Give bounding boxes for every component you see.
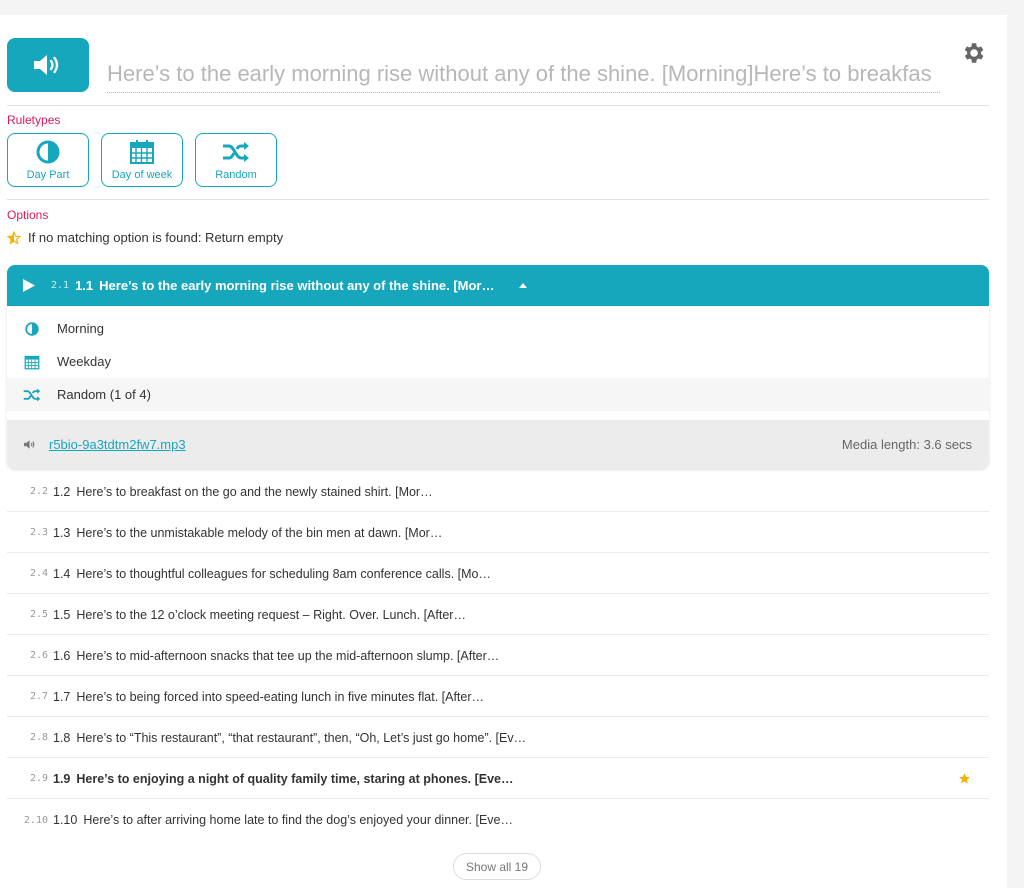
item-index: 2.7 xyxy=(29,691,48,702)
condition-row-random: Random (1 of 4) xyxy=(7,378,989,411)
list-item[interactable]: 2.5 1.5 Here’s to the 12 o’clock meeting… xyxy=(7,595,989,635)
phrase-title-input[interactable] xyxy=(107,56,940,93)
list-item[interactable]: 2.6 1.6 Here’s to mid-afternoon snacks t… xyxy=(7,636,989,676)
list-item[interactable]: 2.4 1.4 Here’s to thoughtful colleagues … xyxy=(7,554,989,594)
item-index: 2.10 xyxy=(23,814,48,826)
ruletype-label: Day Part xyxy=(26,169,70,181)
option-text: If no matching option is found: Return e… xyxy=(28,230,284,245)
half-circle-icon xyxy=(7,321,57,336)
list-item[interactable]: 2.3 1.3 Here’s to the unmistakable melod… xyxy=(7,513,989,553)
shuffle-icon xyxy=(222,138,250,166)
list-item[interactable]: 2.2 1.2 Here’s to breakfast on the go an… xyxy=(7,472,989,512)
item-text: Here’s to being forced into speed-eating… xyxy=(76,689,485,704)
divider xyxy=(7,199,989,200)
item-index: 2.3 xyxy=(29,527,48,538)
speaker-icon xyxy=(24,440,35,449)
list-item[interactable]: 2.9 1.9 Here’s to enjoying a night of qu… xyxy=(7,759,989,799)
expanded-item-header[interactable]: 2.1 1.1 Here’s to the early morning rise… xyxy=(7,265,989,306)
item-index: 2.5 xyxy=(29,609,48,620)
list-item[interactable]: 2.8 1.8 Here’s to “This restaurant”, “th… xyxy=(7,718,989,758)
item-number: 1.7 xyxy=(53,689,71,704)
media-length: Media length: 3.6 secs xyxy=(841,437,972,452)
item-number: 1.1 xyxy=(75,278,94,293)
speaker-icon xyxy=(34,55,59,75)
ruletype-random-button[interactable]: Random xyxy=(195,133,277,187)
item-number: 1.4 xyxy=(53,566,71,581)
play-icon[interactable] xyxy=(23,279,35,292)
item-index: 2.2 xyxy=(29,486,48,497)
item-number: 1.6 xyxy=(53,648,71,663)
options-label: Options xyxy=(7,208,49,222)
media-file-link[interactable]: r5bio-9a3tdtm2fw7.mp3 xyxy=(49,437,186,452)
item-text: Here’s to thoughtful colleagues for sche… xyxy=(76,566,491,581)
item-index: 2.9 xyxy=(29,773,48,784)
item-text: Here’s to after arriving home late to fi… xyxy=(83,813,513,827)
option-no-match: If no matching option is found: Return e… xyxy=(7,230,283,245)
divider xyxy=(7,105,989,106)
item-number: 1.9 xyxy=(53,771,71,786)
item-index: 2.6 xyxy=(29,650,48,661)
half-circle-icon xyxy=(36,138,60,166)
item-index: 2.1 xyxy=(51,280,70,291)
calendar-icon xyxy=(129,138,155,166)
list-item[interactable]: 2.10 1.10 Here’s to after arriving home … xyxy=(7,800,989,840)
ruletypes-label: Ruletypes xyxy=(7,113,61,127)
item-text: Here’s to “This restaurant”, “that resta… xyxy=(76,730,527,745)
item-number: 1.2 xyxy=(53,484,71,499)
play-speech-button[interactable] xyxy=(7,38,89,92)
media-row: r5bio-9a3tdtm2fw7.mp3 Media length: 3.6 … xyxy=(7,420,989,469)
condition-row-dayofweek: Weekday xyxy=(7,345,989,378)
item-index: 2.8 xyxy=(29,732,48,743)
show-all-button[interactable]: Show all 19 xyxy=(453,853,541,880)
item-number: 1.8 xyxy=(53,730,71,745)
condition-label: Morning xyxy=(57,321,104,336)
expanded-phrase-item: 2.1 1.1 Here’s to the early morning rise… xyxy=(7,265,989,469)
caret-up-icon[interactable] xyxy=(518,283,527,288)
condition-label: Random (1 of 4) xyxy=(57,387,151,402)
item-number: 1.5 xyxy=(53,607,71,622)
condition-row-daypart: Morning xyxy=(7,312,989,345)
list-item[interactable]: 2.7 1.7 Here’s to being forced into spee… xyxy=(7,677,989,717)
ruletype-label: Day of week xyxy=(111,169,173,181)
calendar-icon xyxy=(7,354,57,370)
shuffle-icon xyxy=(7,388,57,402)
star-half-icon xyxy=(7,230,21,245)
gear-icon[interactable] xyxy=(960,40,986,66)
item-text: Here’s to mid-afternoon snacks that tee … xyxy=(76,648,500,663)
item-text: Here’s to the unmistakable melody of the… xyxy=(76,525,443,540)
item-text: Here’s to the 12 o’clock meeting request… xyxy=(76,607,466,622)
item-text: Here’s to the early morning rise without… xyxy=(99,278,495,293)
ruletype-day-part-button[interactable]: Day Part xyxy=(7,133,89,187)
item-number: 1.10 xyxy=(53,813,78,827)
item-text: Here’s to breakfast on the go and the ne… xyxy=(76,484,433,499)
item-text: Here’s to enjoying a night of quality fa… xyxy=(76,771,514,786)
ruletype-day-of-week-button[interactable]: Day of week xyxy=(101,133,183,187)
item-number: 1.3 xyxy=(53,525,71,540)
ruletype-label: Random xyxy=(215,169,257,181)
condition-label: Weekday xyxy=(57,354,111,369)
star-icon[interactable] xyxy=(958,772,971,785)
item-index: 2.4 xyxy=(29,568,48,579)
